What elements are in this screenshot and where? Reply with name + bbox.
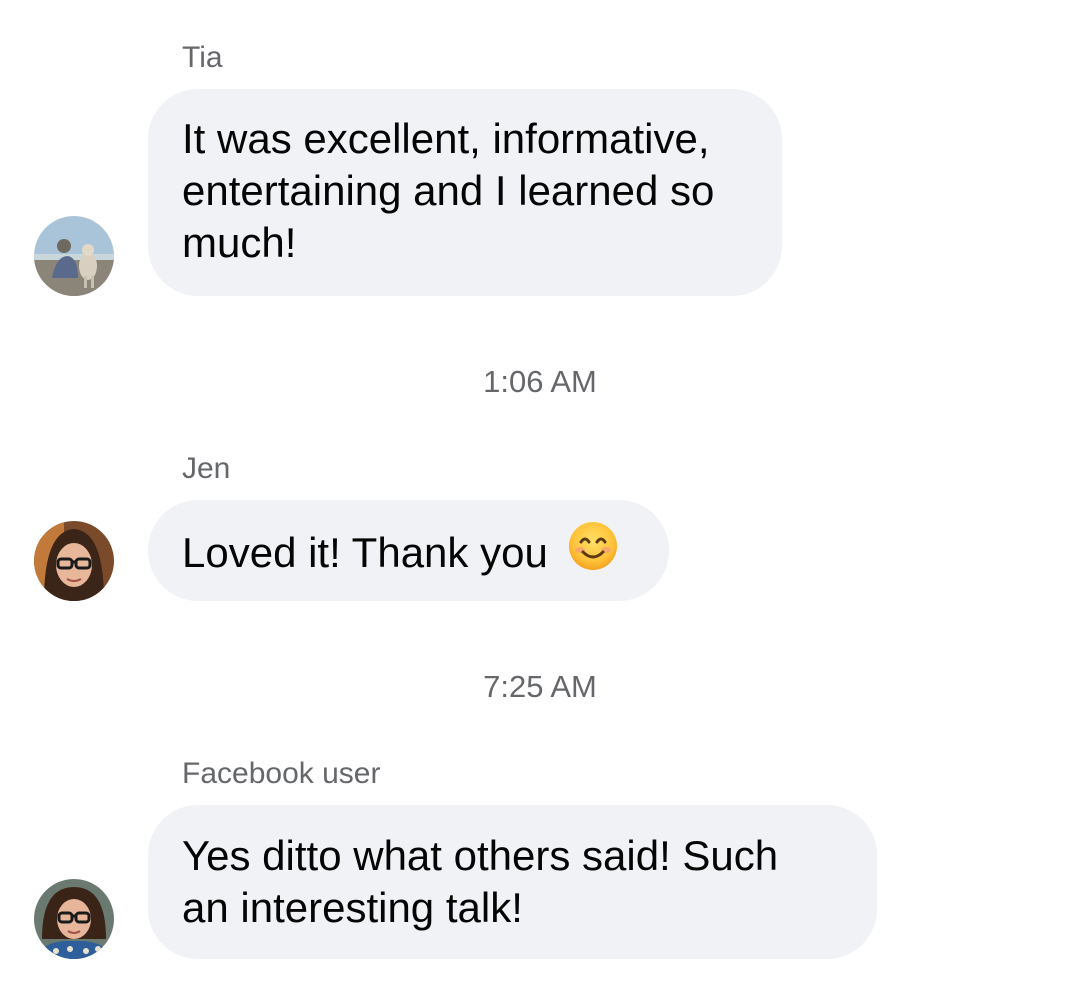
message-bubble[interactable]: It was excellent, informative, entertain… [148, 89, 782, 296]
timestamp: 7:25 AM [483, 669, 597, 704]
avatar[interactable] [34, 521, 114, 601]
sender-name: Tia [182, 41, 223, 74]
message-line: much! [182, 219, 297, 266]
avatar[interactable] [34, 216, 114, 296]
sender-name: Jen [182, 452, 231, 485]
avatar-photo-icon [34, 216, 114, 296]
sender-name: Facebook user [182, 757, 381, 790]
message-bubble[interactable]: Loved it! Thank you [148, 500, 669, 601]
message-line: entertaining and I learned so [182, 167, 715, 214]
timestamp: 1:06 AM [483, 364, 597, 399]
avatar-photo-icon [34, 879, 114, 959]
message-line: It was excellent, informative, [182, 115, 710, 162]
message-line: Yes ditto what others said! Such [182, 832, 779, 879]
message-bubble[interactable]: Yes ditto what others said! Such an inte… [148, 805, 877, 959]
smiling-face-emoji-icon [567, 520, 619, 584]
message-thread: Tia It was excellent, informative, enter… [0, 0, 1080, 1006]
message-line: an interesting talk! [182, 884, 523, 931]
avatar-photo-icon [34, 521, 114, 601]
avatar[interactable] [34, 879, 114, 959]
message-text: Loved it! Thank you [182, 529, 548, 577]
